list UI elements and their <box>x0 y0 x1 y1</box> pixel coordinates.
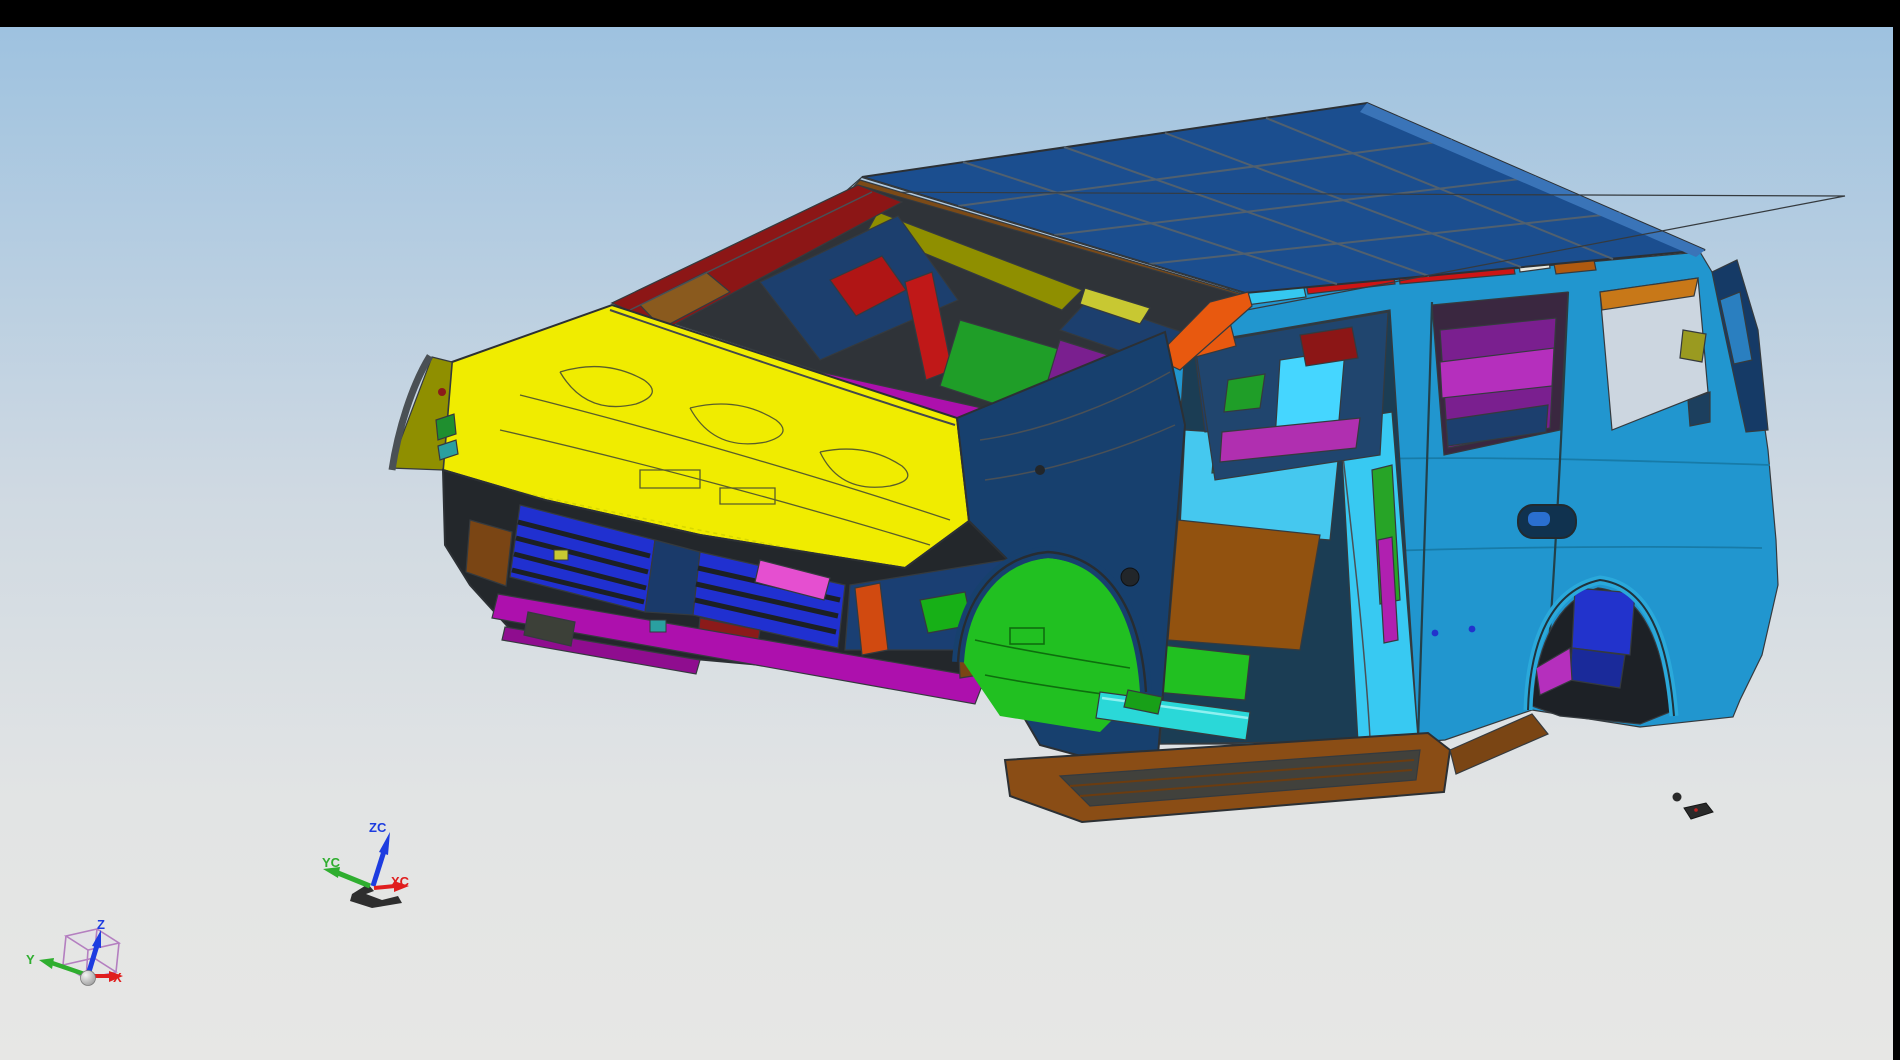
window-green-patch[interactable] <box>1224 374 1265 412</box>
top-edge-bar <box>0 0 1900 27</box>
grille-center-navy[interactable] <box>645 540 700 615</box>
quarter-window[interactable] <box>1600 278 1710 430</box>
small-part-red-speck <box>1694 808 1698 812</box>
tip-red-dot <box>438 388 446 396</box>
datum-origin-sphere[interactable] <box>81 971 96 986</box>
cad-window: ZC YC XC Z Y X <box>0 0 1900 1060</box>
front-cyan-speck <box>650 620 666 632</box>
floor-brown[interactable] <box>1168 520 1320 650</box>
right-edge-bar <box>1893 0 1900 1060</box>
floor-pan-green[interactable] <box>1155 645 1250 700</box>
rear-door-window[interactable] <box>1432 292 1568 455</box>
front-yellow-speck <box>554 550 568 560</box>
small-part-dot[interactable] <box>1673 793 1682 802</box>
wcs-y-label: YC <box>322 855 341 870</box>
quarter-bracket-olive[interactable] <box>1680 330 1706 362</box>
arch-inner-panel-blue[interactable] <box>1572 588 1635 655</box>
wcs-x-label: XC <box>391 874 410 889</box>
wcs-z-label: ZC <box>369 820 387 835</box>
door-handle-detail <box>1528 512 1550 526</box>
datum-z-label: Z <box>97 917 105 932</box>
datum-y-label: Y <box>26 952 35 967</box>
3d-viewport[interactable]: ZC YC XC Z Y X <box>0 0 1900 1060</box>
datum-x-label: X <box>113 970 122 985</box>
